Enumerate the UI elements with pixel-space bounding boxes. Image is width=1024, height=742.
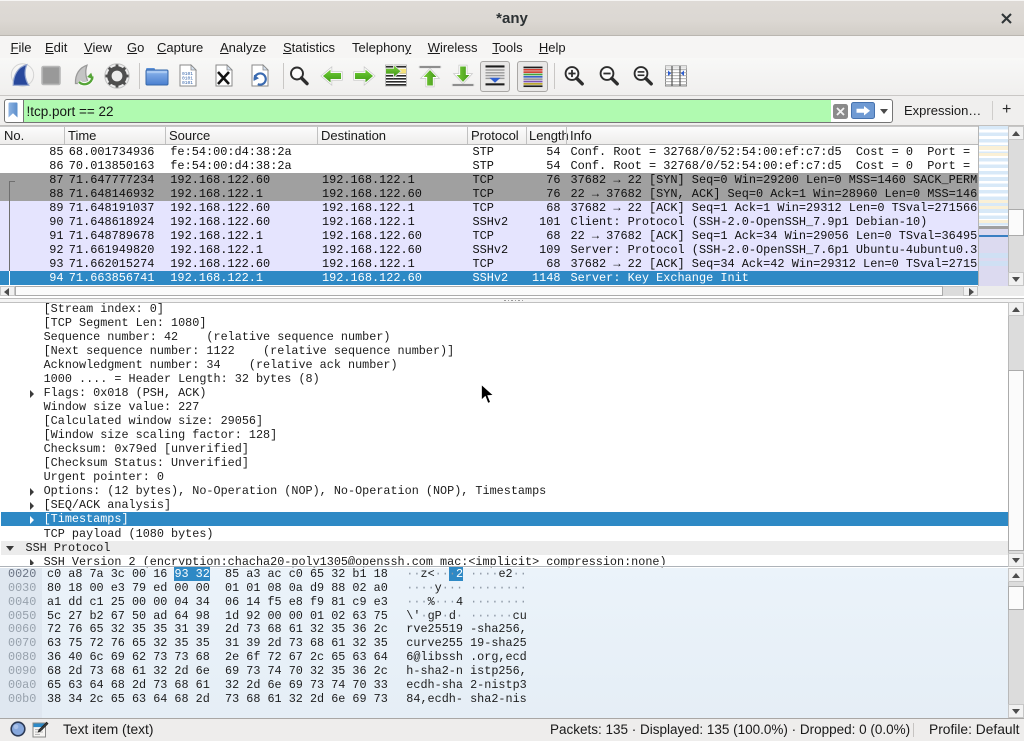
svg-text:0101: 0101	[182, 80, 193, 86]
